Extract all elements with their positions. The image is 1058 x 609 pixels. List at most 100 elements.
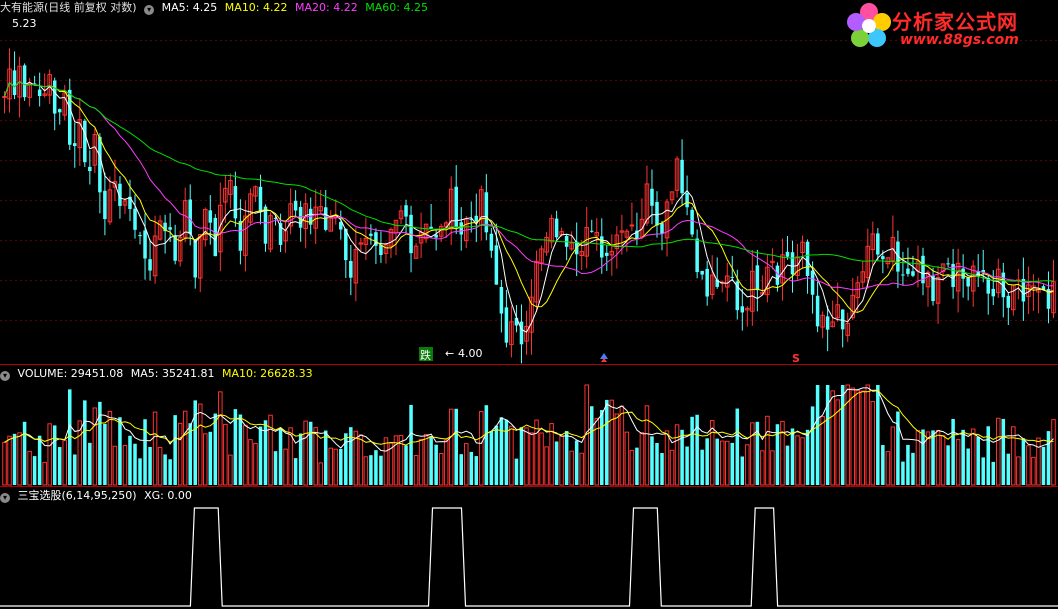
volume-bar [569,450,574,486]
high-label: 5.23 [12,17,37,30]
candle-body [680,159,684,194]
volume-bar [805,429,810,485]
volume-bar [896,411,900,485]
candle-body [434,234,438,238]
volume-bar [308,421,313,485]
volume-bar [685,446,689,485]
candle-body [98,136,102,193]
volume-bar [73,454,77,485]
candle-body [650,188,654,206]
volume-bar [27,450,32,486]
volume-bar [253,442,258,486]
volume-bar [273,451,278,485]
candle-body [740,306,745,313]
stock-chart: 5.23 跌 ← 4.00 S [0,17,1058,607]
volume-bar [765,415,770,486]
ma5-label: MA5: 4.25 [161,1,218,14]
volume-bar [820,415,825,486]
volume-bar [504,419,509,485]
candle-body [168,227,172,230]
moving-average-lines [4,81,1054,333]
volume-bar [12,433,17,485]
volume-bar [509,425,514,486]
candle-body [876,233,880,255]
volume-bar [881,445,885,485]
volume-ma10-label: MA10: 26628.33 [221,367,313,380]
volume-bar [1006,453,1011,485]
volume-bar [258,426,263,485]
volume-bar [298,433,303,485]
volume-bar [333,448,339,486]
candle-body [148,259,152,271]
volume-bar [37,435,42,485]
candle-body [755,265,760,291]
volume-bar [825,385,830,485]
volume-bar [448,408,454,486]
volume-bar [2,441,7,486]
volume-bar [318,462,323,486]
volume-bar [369,455,373,485]
volume-bar [810,406,815,485]
volume-bar [976,436,980,485]
volume-panel-header: ▾ VOLUME: 29451.08 MA5: 35241.81 MA10: 2… [0,366,317,382]
logo-url: www.88gs.com [900,32,1019,48]
settings-circle-icon[interactable]: ▾ [144,5,155,15]
candle-body [57,109,62,113]
candle-body [138,235,142,237]
low-arrow: ← [445,347,454,360]
volume-bar [966,448,970,485]
volume-bar [379,455,383,485]
volume-bar [1031,456,1036,486]
candle-body [605,252,609,256]
candle-body [966,277,970,287]
volume-bar [57,447,62,485]
volume-bar [303,420,308,486]
stock-title: 大有能源(日线 前复权 对数) [0,1,137,14]
volume-bar [213,413,218,485]
candle-body [258,186,263,213]
volume-label: VOLUME: 29451.08 [17,367,124,380]
volume-bar [118,417,122,485]
volume-bar [52,425,57,485]
volume-bar [850,387,855,486]
volume-settings-circle-icon[interactable]: ▾ [0,371,10,381]
volume-bar [579,452,584,486]
candle-body [690,209,694,235]
candle-body [22,65,27,98]
flower-logo-icon [847,3,891,47]
volume-bar [374,450,378,485]
volume-bar [1016,456,1021,486]
volume-bar [870,401,876,486]
candle-body [906,268,910,274]
signal-settings-circle-icon[interactable]: ▾ [0,493,10,503]
candle-body [103,190,107,220]
volume-bar [901,461,905,485]
volume-bar [921,429,925,485]
candle-body [263,206,268,244]
volume-bar [67,389,72,485]
volume-bar [32,456,37,485]
candle-body [901,274,905,276]
volume-bar [549,423,554,486]
volume-bar [248,439,253,486]
volume-bar [177,422,183,486]
volume-bar [986,426,991,485]
volume-bar [429,436,433,485]
volume-bar [724,440,730,486]
candle-body [143,230,147,259]
volume-bar [268,414,273,486]
volume-bar [173,415,177,485]
volume-bar [664,430,670,486]
candle-body [790,252,795,275]
candle-body [369,233,373,236]
volume-bar [1026,445,1031,486]
candle-body [12,70,17,96]
volume-bar [705,438,709,485]
candle-body [133,208,137,230]
volume-bar [454,408,458,485]
candle-body [785,251,790,257]
volume-bar [484,405,489,485]
volume-bar [539,432,544,486]
volume-bar [830,390,835,486]
volume-bar [238,414,243,485]
